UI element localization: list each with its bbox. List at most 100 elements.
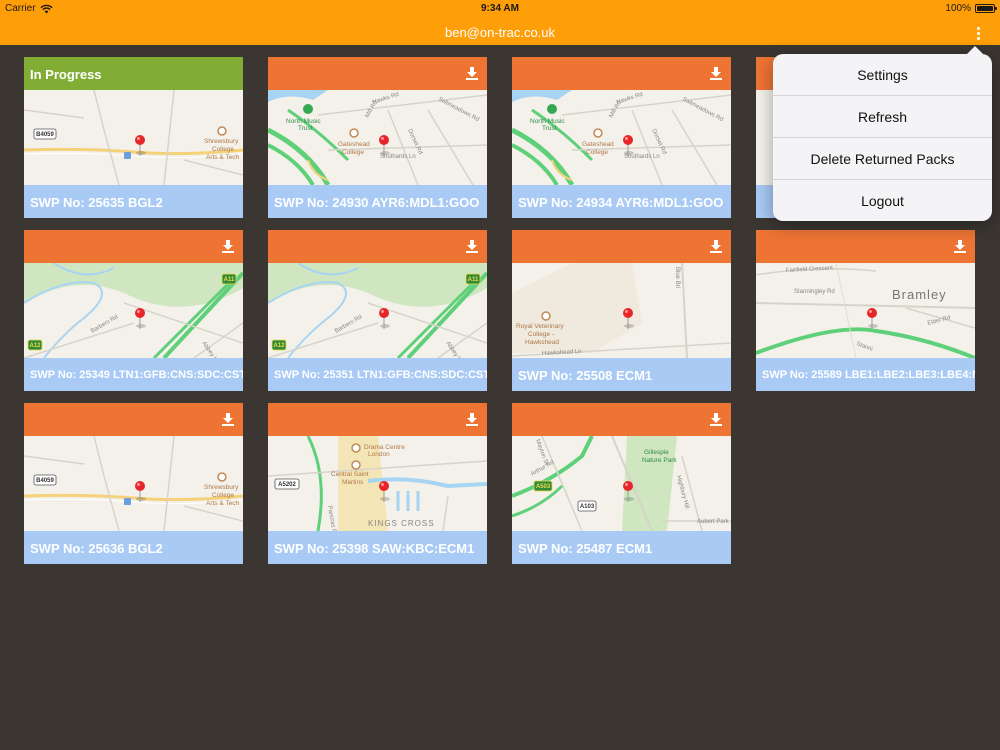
map-label: College <box>342 149 364 156</box>
card-swp-label: SWP No: 25636 BGL2 <box>24 531 243 564</box>
map-label: Abbey Ln <box>444 341 463 358</box>
download-icon[interactable] <box>221 239 235 253</box>
map-label: Hawkshead Ln <box>542 349 582 357</box>
map-label: Saltmeadows Rd <box>437 96 480 123</box>
carrier-label: Carrier <box>5 3 36 14</box>
card-map-thumbnail: Hawks Rd Saltmeadows Rd Mill Rd Dorset Rd No… <box>268 90 487 185</box>
card-status-label: In Progress <box>30 67 102 82</box>
download-icon[interactable] <box>465 66 479 80</box>
map-label: KINGS CROSS <box>368 519 435 528</box>
map-label: Arts & Tech <box>206 154 240 161</box>
location-pin-icon <box>623 135 634 156</box>
map-label: Aubert Park <box>697 519 730 525</box>
pack-card[interactable]: A11 A12 Barbers Rd Abbey Ln SWP No: 25349 L… <box>24 230 243 391</box>
card-header <box>512 57 731 90</box>
menu-item-logout[interactable]: Logout <box>773 180 992 222</box>
card-header <box>268 403 487 436</box>
map-label: College <box>586 149 608 156</box>
map-label: Fairfield Crescent <box>786 266 834 274</box>
map-label: Stanni <box>855 341 873 352</box>
card-map-thumbnail: Hawks Rd Saltmeadows Rd Mill Rd Dorset Rd No… <box>512 90 731 185</box>
card-header <box>756 230 975 263</box>
map-label: Martins <box>342 479 364 486</box>
more-vertical-icon[interactable] <box>970 23 986 43</box>
card-swp-label: SWP No: 25487 ECM1 <box>512 531 731 564</box>
pack-card[interactable]: Royal Veterinary College - Hawkshead Hawksh… <box>512 230 731 391</box>
pack-card[interactable]: In Progress B4059 Shrewsbury College Arts &… <box>24 57 243 218</box>
map-label: Gillespie <box>644 449 669 456</box>
menu-item-delete-returned-packs[interactable]: Delete Returned Packs <box>773 138 992 180</box>
location-pin-icon <box>379 135 390 156</box>
pack-card[interactable]: Drama Centre London Central Saint Martins A5… <box>268 403 487 564</box>
menu-item-refresh[interactable]: Refresh <box>773 96 992 138</box>
map-label: Gateshead <box>338 141 370 148</box>
card-swp-label: SWP No: 25398 SAW:KBC:ECM1 <box>268 531 487 564</box>
battery-percent: 100% <box>945 3 971 14</box>
card-header <box>512 230 731 263</box>
map-label: North Music <box>530 118 565 125</box>
map-label: Shrewsbury <box>204 138 239 145</box>
map-label: Pancras Rd <box>326 505 337 531</box>
status-bar: Carrier 9:34 AM 100% <box>0 0 1000 20</box>
card-swp-label: SWP No: 25589 LBE1:LBE2:LBE3:LBE4:MRB <box>756 358 975 391</box>
user-email: ben@on-trac.co.uk <box>444 25 556 40</box>
map-label: Nature Park <box>642 457 677 464</box>
map-label: Bramley <box>892 287 947 302</box>
status-time: 9:34 AM <box>481 3 519 14</box>
download-icon[interactable] <box>709 239 723 253</box>
map-label: London <box>368 451 390 458</box>
map-label: Gateshead <box>582 141 614 148</box>
map-label: A103 <box>580 504 595 510</box>
pack-card[interactable]: Gillespie Nature Park Mayton St Arthur Rd A5… <box>512 403 731 564</box>
card-swp-label: SWP No: 24934 AYR6:MDL1:GOO <box>512 185 731 218</box>
location-pin-icon <box>867 308 878 329</box>
map-label: Royal Veterinary <box>516 323 564 330</box>
card-status-header: In Progress <box>24 57 243 90</box>
download-icon[interactable] <box>709 412 723 426</box>
download-icon[interactable] <box>709 66 723 80</box>
card-swp-label: SWP No: 25508 ECM1 <box>512 358 731 391</box>
card-swp-label: SWP No: 25351 LTN1:GFB:CNS:SDC:CST <box>268 358 487 391</box>
card-header <box>24 403 243 436</box>
download-icon[interactable] <box>221 412 235 426</box>
map-label: Trust <box>298 125 313 132</box>
map-label: Arts & Tech <box>206 500 240 507</box>
card-header <box>268 57 487 90</box>
map-label: Dorset Rd <box>406 128 423 155</box>
map-label: Shrewsbury <box>204 484 239 491</box>
map-label: Trust <box>542 125 557 132</box>
download-icon[interactable] <box>953 239 967 253</box>
map-label: Blue Bri <box>674 267 680 288</box>
download-icon[interactable] <box>465 412 479 426</box>
pack-card[interactable]: Hawks Rd Saltmeadows Rd Mill Rd Dorset Rd No… <box>268 57 487 218</box>
options-menu: Settings Refresh Delete Returned Packs L… <box>773 46 992 222</box>
wifi-icon <box>39 4 53 13</box>
download-icon[interactable] <box>465 239 479 253</box>
card-map-thumbnail: Royal Veterinary College - Hawkshead Hawksh… <box>512 263 731 358</box>
map-label: A12 <box>29 343 41 349</box>
card-map-thumbnail: Fairfield Crescent Stanningley Rd Bramley E… <box>756 263 975 358</box>
map-label: Dorset Rd <box>650 128 667 155</box>
card-swp-label: SWP No: 25349 LTN1:GFB:CNS:SDC:CST <box>24 358 243 391</box>
nav-bar: ben@on-trac.co.uk <box>0 20 1000 45</box>
menu-item-settings[interactable]: Settings <box>773 54 992 96</box>
map-label: A503 <box>536 484 551 490</box>
map-label: Central Saint <box>331 471 369 478</box>
pack-card[interactable]: Hawks Rd Saltmeadows Rd Mill Rd Dorset Rd No… <box>512 57 731 218</box>
location-pin-icon <box>135 135 146 156</box>
pack-card[interactable]: Fairfield Crescent Stanningley Rd Bramley E… <box>756 230 975 391</box>
map-label: A11 <box>468 277 479 283</box>
map-label: Hawkshead <box>525 339 559 346</box>
location-pin-icon <box>135 481 146 502</box>
card-header <box>24 230 243 263</box>
map-label: Stanningley Rd <box>794 289 835 295</box>
pack-card[interactable]: B4059 Shrewsbury College Arts & Tech SWP No… <box>24 403 243 564</box>
card-map-thumbnail: Gillespie Nature Park Mayton St Arthur Rd A5… <box>512 436 731 531</box>
map-label: College <box>212 492 234 499</box>
map-label: Highbury Hill <box>675 475 690 509</box>
pack-card[interactable]: A11 A12 Barbers Rd Abbey Ln SWP No: 25351 L… <box>268 230 487 391</box>
carrier-info: Carrier <box>5 3 53 14</box>
card-map-thumbnail: B4059 Shrewsbury College Arts & Tech <box>24 90 243 185</box>
battery-icon <box>975 4 997 13</box>
battery-fill <box>977 6 993 11</box>
